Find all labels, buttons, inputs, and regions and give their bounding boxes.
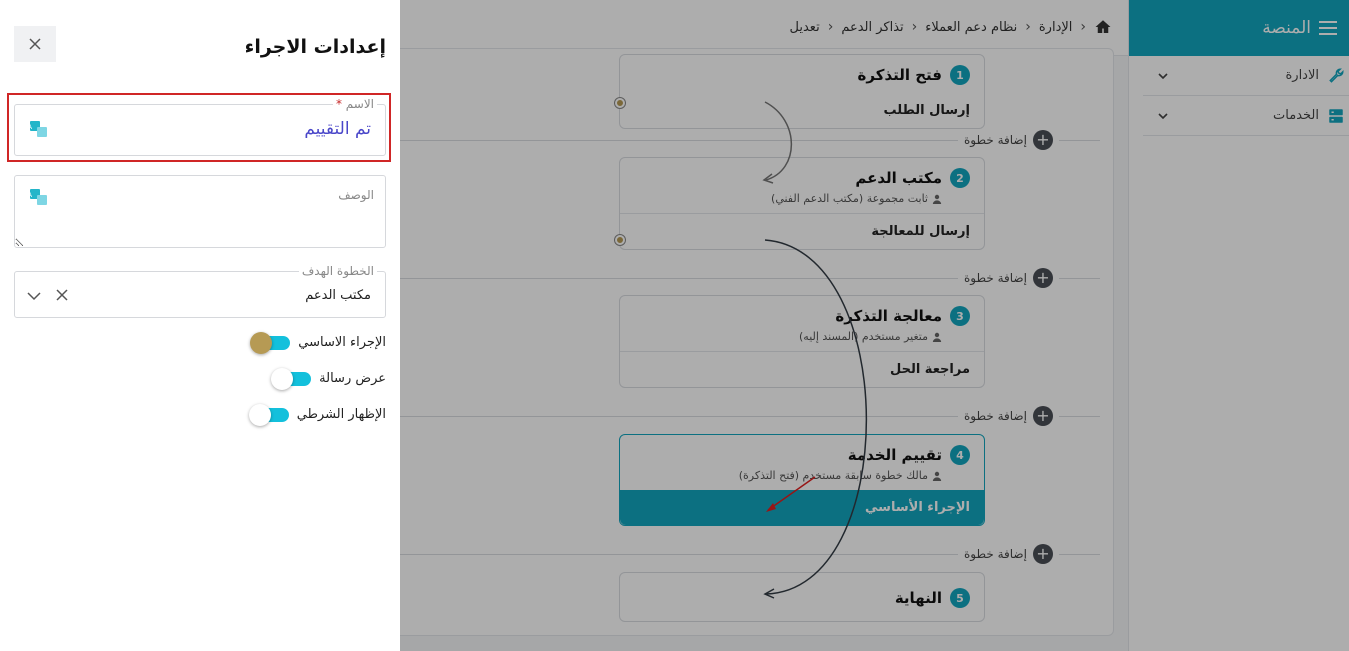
toggle-knob xyxy=(248,403,271,426)
name-field-value[interactable]: تم التقييم xyxy=(304,119,371,139)
toggle-knob xyxy=(250,331,273,354)
target-step-value: مكتب الدعم xyxy=(305,288,371,303)
description-textarea[interactable] xyxy=(15,176,385,247)
required-mark: * xyxy=(335,97,342,111)
toggle-switch[interactable] xyxy=(271,367,312,390)
action-settings-drawer: إعدادات الاجراء الاسم * تم التقييم A الو… xyxy=(0,0,400,651)
toggle-label: الإظهار الشرطي xyxy=(296,407,386,422)
svg-text:A: A xyxy=(29,123,32,131)
svg-text:A: A xyxy=(29,191,32,199)
translate-icon[interactable]: A xyxy=(29,120,49,138)
toggle-switch[interactable] xyxy=(248,403,289,426)
toggle-show-message[interactable]: عرض رسالة xyxy=(271,367,386,390)
translate-icon[interactable]: A xyxy=(29,188,49,206)
toggle-knob xyxy=(271,367,294,390)
toggle-label: الإجراء الاساسي xyxy=(298,335,386,350)
description-field[interactable]: الوصف A xyxy=(14,175,386,248)
name-field-label-text: الاسم xyxy=(345,97,374,111)
toggle-conditional-display[interactable]: الإظهار الشرطي xyxy=(248,403,386,426)
close-button[interactable] xyxy=(14,26,56,62)
chevron-down-icon[interactable] xyxy=(27,289,41,303)
toggle-label: عرض رسالة xyxy=(319,371,386,386)
close-icon xyxy=(29,38,41,50)
name-field-label: الاسم * xyxy=(332,97,377,111)
toggle-switch[interactable] xyxy=(250,331,291,354)
name-field[interactable]: الاسم * تم التقييم A xyxy=(14,97,386,156)
drawer-title: إعدادات الاجراء xyxy=(244,36,386,58)
toggle-primary-action[interactable]: الإجراء الاساسي xyxy=(250,331,386,354)
target-step-label: الخطوة الهدف xyxy=(298,264,377,278)
target-step-select[interactable]: الخطوة الهدف مكتب الدعم xyxy=(14,264,386,318)
clear-icon[interactable] xyxy=(55,288,69,302)
